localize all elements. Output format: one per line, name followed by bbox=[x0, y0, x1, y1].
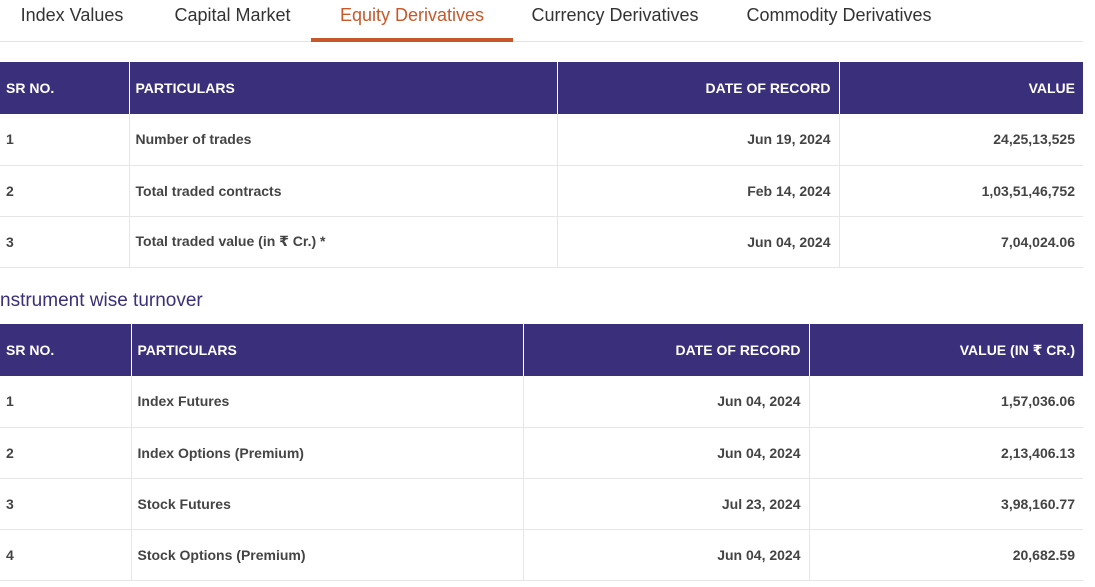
cell-date: Jun 19, 2024 bbox=[557, 114, 840, 166]
market-tabs: Index Values Capital Market Equity Deriv… bbox=[0, 0, 1083, 42]
table-row: 2 Index Options (Premium) Jun 04, 2024 2… bbox=[0, 427, 1083, 479]
cell-date: Jun 04, 2024 bbox=[523, 529, 810, 581]
header-date-of-record: DATE OF RECORD bbox=[557, 62, 840, 114]
cell-value: 2,13,406.13 bbox=[809, 427, 1083, 479]
header-value: VALUE (IN ₹ CR.) bbox=[809, 324, 1083, 376]
table-row: 3 Total traded value (in ₹ Cr.) * Jun 04… bbox=[0, 216, 1083, 268]
cell-sr-no: 1 bbox=[0, 376, 132, 428]
cell-sr-no: 1 bbox=[0, 114, 130, 166]
cell-particulars: Number of trades bbox=[129, 114, 558, 166]
cell-sr-no: 4 bbox=[0, 529, 132, 581]
cell-date: Jun 04, 2024 bbox=[523, 427, 810, 479]
header-sr-no: SR NO. bbox=[0, 62, 130, 114]
cell-value: 24,25,13,525 bbox=[839, 114, 1083, 166]
cell-value: 20,682.59 bbox=[809, 529, 1083, 581]
cell-particulars: Total traded contracts bbox=[129, 165, 558, 217]
cell-particulars: Stock Futures bbox=[131, 478, 524, 530]
header-particulars: PARTICULARS bbox=[131, 324, 524, 376]
header-date-of-record: DATE OF RECORD bbox=[523, 324, 810, 376]
table-row: 4 Stock Options (Premium) Jun 04, 2024 2… bbox=[0, 529, 1083, 581]
cell-sr-no: 3 bbox=[0, 478, 132, 530]
tab-commodity-derivatives[interactable]: Commodity Derivatives bbox=[736, 0, 942, 38]
tab-index-values[interactable]: Index Values bbox=[10, 0, 134, 38]
tab-equity-derivatives[interactable]: Equity Derivatives bbox=[311, 0, 513, 42]
records-table: SR NO. PARTICULARS DATE OF RECORD VALUE … bbox=[0, 62, 1083, 268]
cell-particulars: Index Options (Premium) bbox=[131, 427, 524, 479]
cell-date: Feb 14, 2024 bbox=[557, 165, 840, 217]
tab-capital-market[interactable]: Capital Market bbox=[164, 0, 301, 38]
cell-value: 1,03,51,46,752 bbox=[839, 165, 1083, 217]
cell-value: 1,57,036.06 bbox=[809, 376, 1083, 428]
cell-sr-no: 2 bbox=[0, 165, 130, 217]
cell-date: Jun 04, 2024 bbox=[557, 216, 840, 268]
cell-particulars: Stock Options (Premium) bbox=[131, 529, 524, 581]
cell-value: 3,98,160.77 bbox=[809, 478, 1083, 530]
table-row: 1 Number of trades Jun 19, 2024 24,25,13… bbox=[0, 114, 1083, 166]
cell-particulars: Total traded value (in ₹ Cr.) * bbox=[129, 216, 558, 268]
table-row: 1 Index Futures Jun 04, 2024 1,57,036.06 bbox=[0, 376, 1083, 428]
table-row: 2 Total traded contracts Feb 14, 2024 1,… bbox=[0, 165, 1083, 217]
cell-value: 7,04,024.06 bbox=[839, 216, 1083, 268]
table-header-row: SR NO. PARTICULARS DATE OF RECORD VALUE … bbox=[0, 324, 1083, 376]
header-particulars: PARTICULARS bbox=[129, 62, 558, 114]
table-row: 3 Stock Futures Jul 23, 2024 3,98,160.77 bbox=[0, 478, 1083, 530]
cell-particulars: Index Futures bbox=[131, 376, 524, 428]
cell-date: Jul 23, 2024 bbox=[523, 478, 810, 530]
tab-currency-derivatives[interactable]: Currency Derivatives bbox=[523, 0, 707, 38]
section-title-instrument-turnover: nstrument wise turnover bbox=[0, 290, 203, 311]
instrument-turnover-table: SR NO. PARTICULARS DATE OF RECORD VALUE … bbox=[0, 324, 1083, 581]
header-sr-no: SR NO. bbox=[0, 324, 132, 376]
table-header-row: SR NO. PARTICULARS DATE OF RECORD VALUE bbox=[0, 62, 1083, 114]
cell-date: Jun 04, 2024 bbox=[523, 376, 810, 428]
cell-sr-no: 3 bbox=[0, 216, 130, 268]
cell-sr-no: 2 bbox=[0, 427, 132, 479]
header-value: VALUE bbox=[839, 62, 1083, 114]
